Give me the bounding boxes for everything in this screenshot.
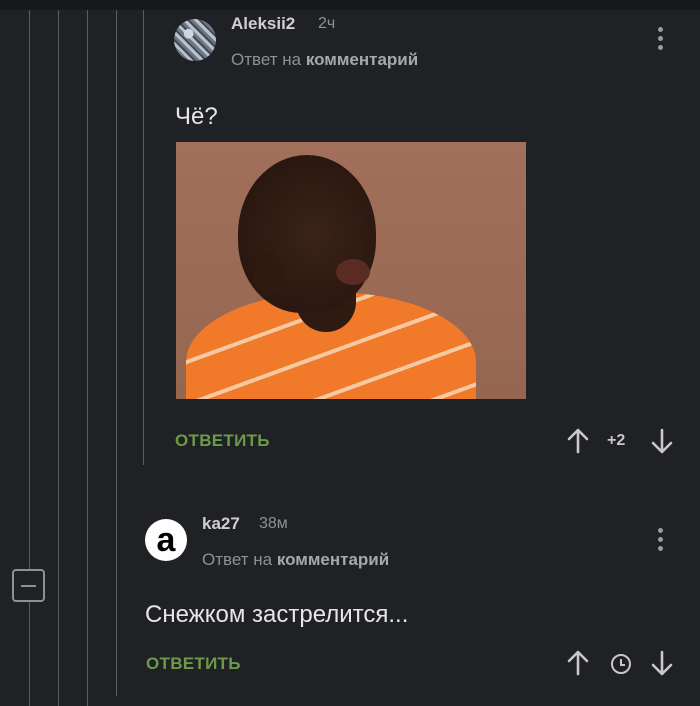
- reply-to-prefix: Ответ на: [202, 550, 273, 569]
- avatar[interactable]: [174, 19, 216, 61]
- thread-line[interactable]: [87, 10, 88, 706]
- comment-time: 2ч: [318, 15, 336, 32]
- reply-to-link[interactable]: комментарий: [277, 550, 389, 569]
- upvote-arrow-icon[interactable]: [566, 650, 590, 676]
- comment-username[interactable]: Aleksii2: [231, 14, 295, 34]
- comment-image[interactable]: [176, 142, 526, 399]
- thread-line[interactable]: [58, 10, 59, 706]
- thread-line[interactable]: [143, 10, 144, 465]
- more-options-icon[interactable]: [657, 27, 665, 54]
- downvote-arrow-icon[interactable]: [650, 428, 674, 454]
- thread-line[interactable]: [116, 10, 117, 696]
- image-ear: [254, 252, 282, 296]
- vote-score: +2: [607, 432, 626, 449]
- collapse-thread-button[interactable]: [12, 569, 45, 602]
- more-options-icon[interactable]: [657, 528, 665, 555]
- avatar[interactable]: a: [145, 519, 187, 561]
- reply-to-link[interactable]: комментарий: [306, 50, 418, 69]
- avatar-letter: a: [156, 521, 176, 559]
- reply-button[interactable]: ОТВЕТИТЬ: [175, 431, 270, 451]
- clock-icon: [611, 654, 631, 674]
- top-bar: [0, 0, 700, 10]
- comment-time: 38м: [259, 515, 288, 532]
- reply-to-line: Ответ на комментарий: [231, 50, 418, 70]
- reply-to-line: Ответ на комментарий: [202, 550, 389, 570]
- comment-text: Чё?: [175, 103, 218, 130]
- upvote-arrow-icon[interactable]: [566, 428, 590, 454]
- comment-text: Снежком застрелится...: [145, 601, 409, 628]
- comment-username[interactable]: ka27: [202, 514, 240, 534]
- reply-to-prefix: Ответ на: [231, 50, 302, 69]
- reply-button[interactable]: ОТВЕТИТЬ: [146, 654, 241, 674]
- downvote-arrow-icon[interactable]: [650, 650, 674, 676]
- image-mouth: [336, 259, 370, 285]
